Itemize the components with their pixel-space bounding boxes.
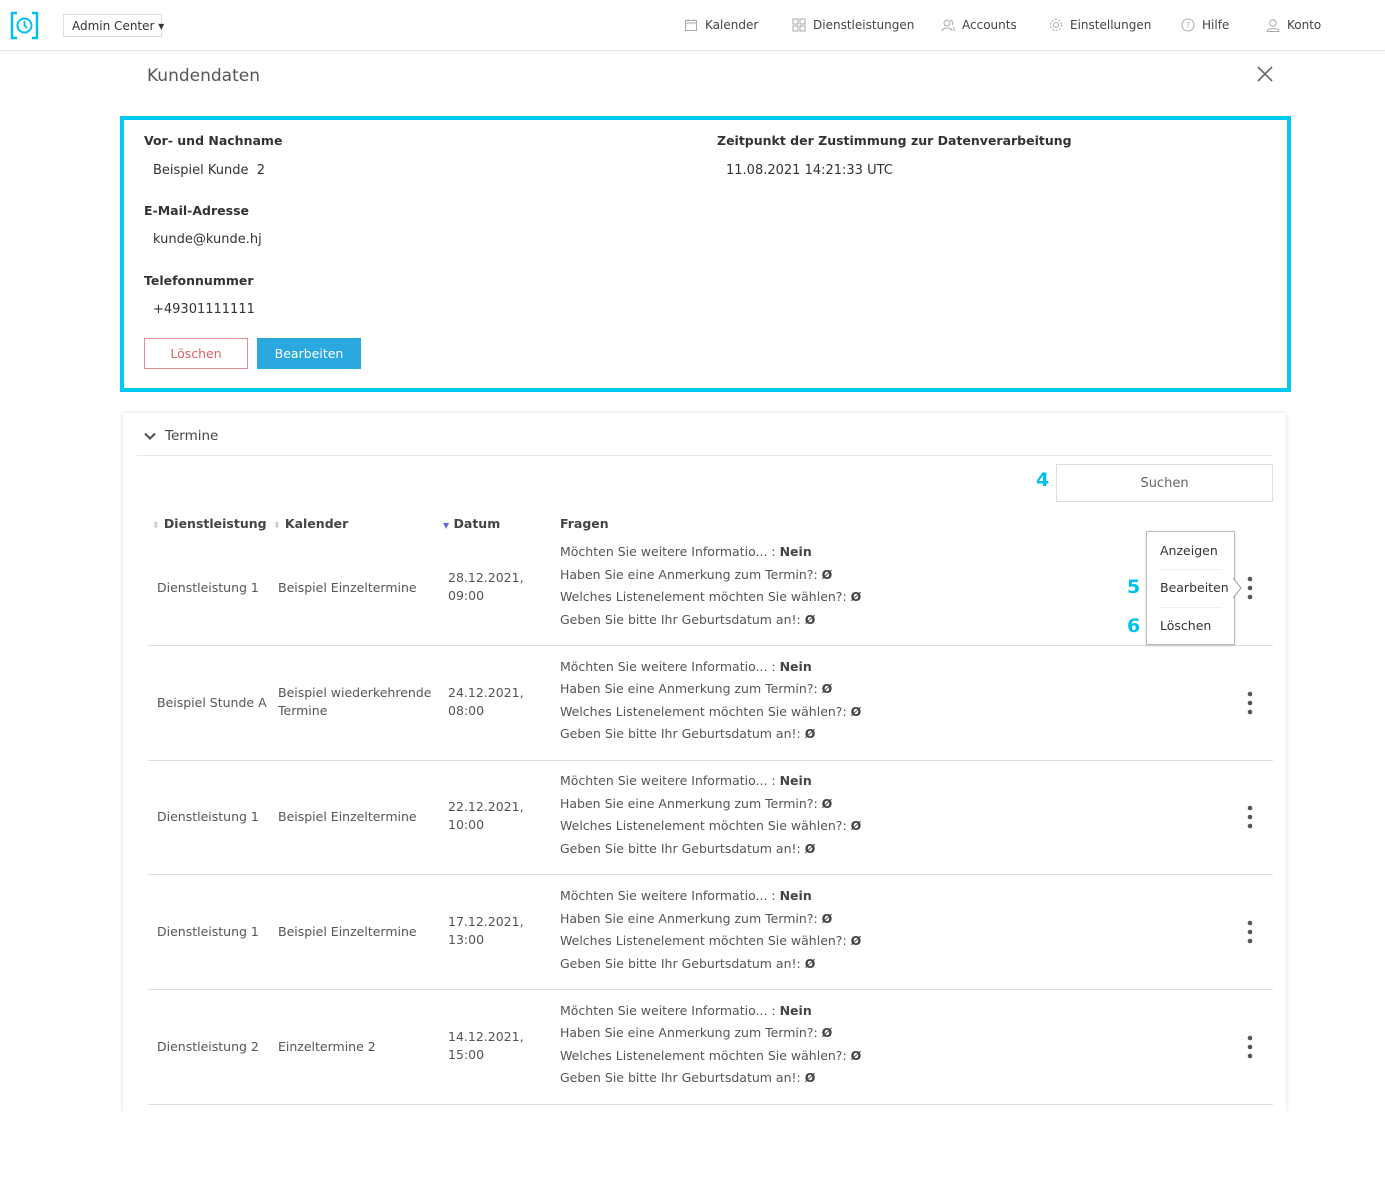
service-cell: Dienstleistung 1 bbox=[157, 924, 259, 940]
question-answer: Möchten Sie weitere Informatio... : Nein bbox=[560, 888, 812, 904]
divider bbox=[1159, 607, 1222, 608]
question-answer: Haben Sie eine Anmerkung zum Termin?: Ø bbox=[560, 910, 833, 926]
question-answer: Haben Sie eine Anmerkung zum Termin?: Ø bbox=[560, 681, 833, 697]
name-value: Beispiel Kunde 2 bbox=[153, 163, 266, 178]
caret-down-icon: ▾ bbox=[158, 19, 165, 33]
service-cell: Dienstleistung 2 bbox=[157, 1038, 259, 1054]
help-icon: ? bbox=[1181, 18, 1195, 32]
question-answer: Haben Sie eine Anmerkung zum Termin?: Ø bbox=[560, 566, 833, 582]
more-options-icon[interactable] bbox=[1245, 805, 1255, 829]
question-answer: Möchten Sie weitere Informatio... : Nein bbox=[560, 1002, 812, 1018]
nav-item-accounts[interactable]: Accounts bbox=[941, 18, 1017, 32]
search-button[interactable]: Suchen bbox=[1056, 464, 1273, 502]
table-row: Beispiel Stunde A Beispiel wiederkehrende… bbox=[148, 646, 1273, 761]
phone-value: +49301111111 bbox=[153, 302, 255, 317]
phone-label: Telefonnummer bbox=[144, 273, 254, 288]
row-context-menu: Anzeigen Bearbeiten Löschen bbox=[1146, 531, 1235, 645]
column-header-dienstleistung[interactable]: ⬍ Dienstleistung bbox=[152, 516, 267, 531]
more-options-icon[interactable] bbox=[1245, 1035, 1255, 1059]
calendar-cell: Beispiel wiederkehrende Termine bbox=[278, 684, 432, 718]
date-cell: 14.12.2021, 15:00 bbox=[448, 1028, 524, 1062]
annotation-6: 6 bbox=[1127, 615, 1141, 637]
date-cell: 24.12.2021, 08:00 bbox=[448, 684, 524, 718]
calendar-cell: Beispiel Einzeltermine bbox=[278, 580, 417, 595]
nav-item-kalender[interactable]: Kalender bbox=[684, 18, 758, 32]
question-answer: Welches Listenelement möchten Sie wählen… bbox=[560, 1047, 862, 1063]
question-answer: Geben Sie bitte Ihr Geburtsdatum an!: Ø bbox=[560, 1070, 816, 1086]
page-bottom bbox=[0, 1111, 1385, 1188]
name-label: Vor- und Nachname bbox=[144, 133, 283, 148]
edit-customer-button[interactable]: Bearbeiten bbox=[257, 338, 361, 369]
question-answer: Welches Listenelement möchten Sie wählen… bbox=[560, 933, 862, 949]
appointments-section-toggle[interactable]: Termine bbox=[137, 425, 1272, 456]
column-header-datum[interactable]: ▼ Datum bbox=[443, 516, 500, 531]
nav-item-hilfe[interactable]: ? Hilfe bbox=[1181, 18, 1229, 32]
email-value: kunde@kunde.hj bbox=[153, 232, 262, 247]
admin-center-dropdown[interactable]: Admin Center ▾ bbox=[63, 14, 165, 37]
column-header-kalender[interactable]: ⬍ Kalender bbox=[273, 516, 348, 531]
question-answer: Möchten Sie weitere Informatio... : Nein bbox=[560, 544, 812, 559]
calendar-cell: Beispiel Einzeltermine bbox=[278, 924, 417, 940]
question-answer: Welches Listenelement möchten Sie wählen… bbox=[560, 818, 862, 834]
menu-item-anzeigen[interactable]: Anzeigen bbox=[1160, 543, 1218, 558]
menu-item-bearbeiten[interactable]: Bearbeiten bbox=[1160, 580, 1229, 595]
annotation-4: 4 bbox=[1036, 469, 1050, 491]
more-options-icon[interactable] bbox=[1245, 576, 1255, 600]
question-answer: Geben Sie bitte Ihr Geburtsdatum an!: Ø bbox=[560, 611, 816, 627]
question-answer: Welches Listenelement möchten Sie wählen… bbox=[560, 703, 862, 719]
calendar-cell: Einzeltermine 2 bbox=[278, 1038, 376, 1054]
page-title: Kundendaten bbox=[147, 66, 260, 86]
logo-clock-icon[interactable] bbox=[10, 11, 39, 40]
gear-icon bbox=[1050, 19, 1062, 31]
sort-desc-icon: ▼ bbox=[443, 521, 450, 530]
sort-icon: ⬍ bbox=[152, 521, 160, 531]
calendar-cell: Beispiel Einzeltermine bbox=[278, 809, 417, 825]
svg-text:?: ? bbox=[1186, 21, 1190, 30]
menu-item-loeschen[interactable]: Löschen bbox=[1160, 618, 1211, 633]
date-cell: 22.12.2021, 10:00 bbox=[448, 799, 524, 833]
question-answer: Geben Sie bitte Ihr Geburtsdatum an!: Ø bbox=[560, 726, 816, 742]
more-options-icon[interactable] bbox=[1245, 920, 1255, 944]
date-cell: 28.12.2021, 09:00 bbox=[448, 570, 524, 603]
table-row: Dienstleistung 1 Beispiel Einzeltermine 22… bbox=[148, 760, 1273, 876]
nav-item-dienstleistungen[interactable]: Dienstleistungen bbox=[792, 18, 914, 32]
calendar-icon bbox=[685, 19, 697, 31]
service-cell: Dienstleistung 1 bbox=[157, 580, 259, 595]
question-answer: Geben Sie bitte Ihr Geburtsdatum an!: Ø bbox=[560, 955, 816, 971]
column-header-fragen: Fragen bbox=[560, 516, 609, 531]
table-row: Dienstleistung 1 Beispiel Einzeltermine 28… bbox=[148, 531, 1273, 646]
section-title: Termine bbox=[165, 428, 219, 444]
question-answer: Haben Sie eine Anmerkung zum Termin?: Ø bbox=[560, 1025, 833, 1041]
close-icon[interactable] bbox=[1256, 65, 1274, 83]
service-cell: Dienstleistung 1 bbox=[157, 809, 259, 825]
question-answer: Haben Sie eine Anmerkung zum Termin?: Ø bbox=[560, 795, 833, 811]
menu-pointer-arrow bbox=[1233, 578, 1242, 598]
more-options-icon[interactable] bbox=[1245, 691, 1255, 715]
divider bbox=[1159, 569, 1222, 570]
consent-label: Zeitpunkt der Zustimmung zur Datenverarb… bbox=[717, 133, 1072, 148]
sort-icon: ⬍ bbox=[273, 521, 281, 531]
question-answer: Möchten Sie weitere Informatio... : Nein bbox=[560, 658, 812, 674]
question-answer: Möchten Sie weitere Informatio... : Nein bbox=[560, 773, 812, 789]
chevron-down-icon bbox=[144, 432, 156, 441]
nav-item-konto[interactable]: Konto bbox=[1266, 18, 1321, 32]
question-answer: Geben Sie bitte Ihr Geburtsdatum an!: Ø bbox=[560, 840, 816, 856]
user-icon bbox=[1266, 19, 1280, 32]
delete-customer-button[interactable]: Löschen bbox=[144, 338, 248, 369]
service-cell: Beispiel Stunde A bbox=[157, 694, 267, 710]
date-cell: 17.12.2021, 13:00 bbox=[448, 914, 524, 948]
table-row: Dienstleistung 1 Beispiel Einzeltermine 17… bbox=[148, 875, 1273, 991]
users-icon bbox=[941, 19, 955, 32]
nav-item-einstellungen[interactable]: Einstellungen bbox=[1049, 18, 1151, 32]
grid-icon bbox=[792, 18, 806, 32]
consent-value: 11.08.2021 14:21:33 UTC bbox=[726, 163, 893, 178]
annotation-5: 5 bbox=[1127, 576, 1141, 598]
email-label: E-Mail-Adresse bbox=[144, 203, 249, 218]
table-row: Dienstleistung 2 Einzeltermine 2 14.12.202… bbox=[148, 990, 1273, 1105]
question-answer: Welches Listenelement möchten Sie wählen… bbox=[560, 589, 862, 604]
